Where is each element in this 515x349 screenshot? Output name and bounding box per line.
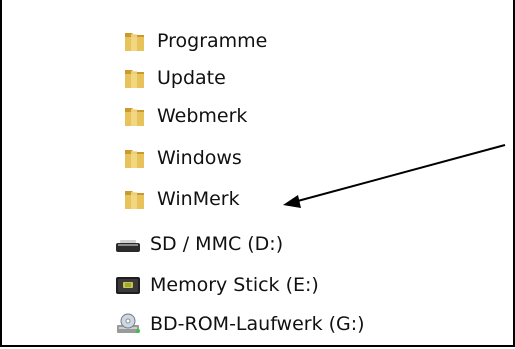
tree-item-drive-e[interactable]: Memory Stick (E:) (114, 270, 319, 300)
folder-icon (125, 191, 144, 209)
card-reader-drive-icon (116, 240, 140, 252)
tree-item-webmerk[interactable]: Webmerk (122, 101, 247, 131)
tree-item-label: Webmerk (157, 105, 248, 127)
memory-stick-drive-icon (116, 277, 140, 294)
folder-icon (125, 70, 144, 88)
tree-item-windows[interactable]: Windows (122, 143, 242, 173)
tree-item-drive-d[interactable]: SD / MMC (D:) (114, 229, 283, 259)
tree-item-label: SD / MMC (D:) (150, 233, 284, 255)
optical-drive-icon (117, 313, 140, 333)
tree-item-label: Memory Stick (E:) (150, 274, 319, 296)
tree-item-label: BD-ROM-Laufwerk (G:) (150, 313, 365, 335)
tree-item-winmerk[interactable]: WinMerk (122, 184, 240, 214)
tree-item-label: Update (157, 67, 226, 89)
tree-item-label: WinMerk (157, 188, 240, 210)
folder-icon (125, 33, 144, 51)
folder-icon (125, 108, 144, 126)
tree-item-update[interactable]: Update (122, 63, 226, 93)
tree-item-programme[interactable]: Programme (122, 26, 267, 56)
tree-item-label: Programme (157, 30, 268, 52)
folder-icon (125, 150, 144, 168)
tree-item-drive-g[interactable]: BD-ROM-Laufwerk (G:) (114, 309, 365, 339)
tree-item-label: Windows (157, 147, 242, 169)
explorer-navigation-pane: Programme Update Webmerk Windows WinMerk… (0, 0, 515, 349)
